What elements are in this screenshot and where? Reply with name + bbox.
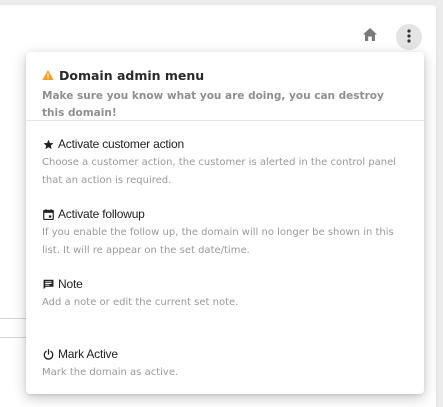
menu-item-note[interactable]: Note Add a note or edit the current set … <box>42 275 408 345</box>
menu-header: Domain admin menu Make sure you know wha… <box>26 52 424 121</box>
warning-icon <box>42 69 54 81</box>
menu-item-label: Activate customer action <box>58 137 184 151</box>
note-icon <box>42 278 54 290</box>
menu-item-mark-active[interactable]: Mark Active Mark the domain as active. <box>42 345 408 394</box>
menu-item-label: Activate followup <box>58 207 145 221</box>
star-icon <box>42 138 54 150</box>
domain-admin-menu: Domain admin menu Make sure you know wha… <box>26 52 424 394</box>
menu-title: Domain admin menu <box>59 67 205 83</box>
menu-title-row: Domain admin menu <box>42 66 408 84</box>
menu-item-activate-followup[interactable]: Activate followup If you enable the foll… <box>42 205 408 275</box>
menu-items: Activate customer action Choose a custom… <box>26 121 424 394</box>
menu-item-description: Mark the domain as active. <box>42 367 179 378</box>
menu-item-label: Mark Active <box>58 347 118 361</box>
background-table-row <box>0 318 28 338</box>
power-icon <box>42 348 54 360</box>
menu-item-description: Choose a customer action, the customer i… <box>42 157 397 186</box>
calendar-icon <box>42 208 54 220</box>
menu-item-description: Add a note or edit the current set note. <box>42 297 239 308</box>
menu-item-activate-customer-action[interactable]: Activate customer action Choose a custom… <box>42 135 408 205</box>
menu-item-description: If you enable the follow up, the domain … <box>42 227 394 256</box>
menu-warning-text: Make sure you know what you are doing, y… <box>42 90 384 119</box>
menu-item-label: Note <box>58 277 83 291</box>
more-menu-button[interactable] <box>396 24 422 50</box>
home-icon <box>362 27 378 46</box>
home-button[interactable] <box>358 24 382 48</box>
more-vertical-icon <box>407 28 411 47</box>
